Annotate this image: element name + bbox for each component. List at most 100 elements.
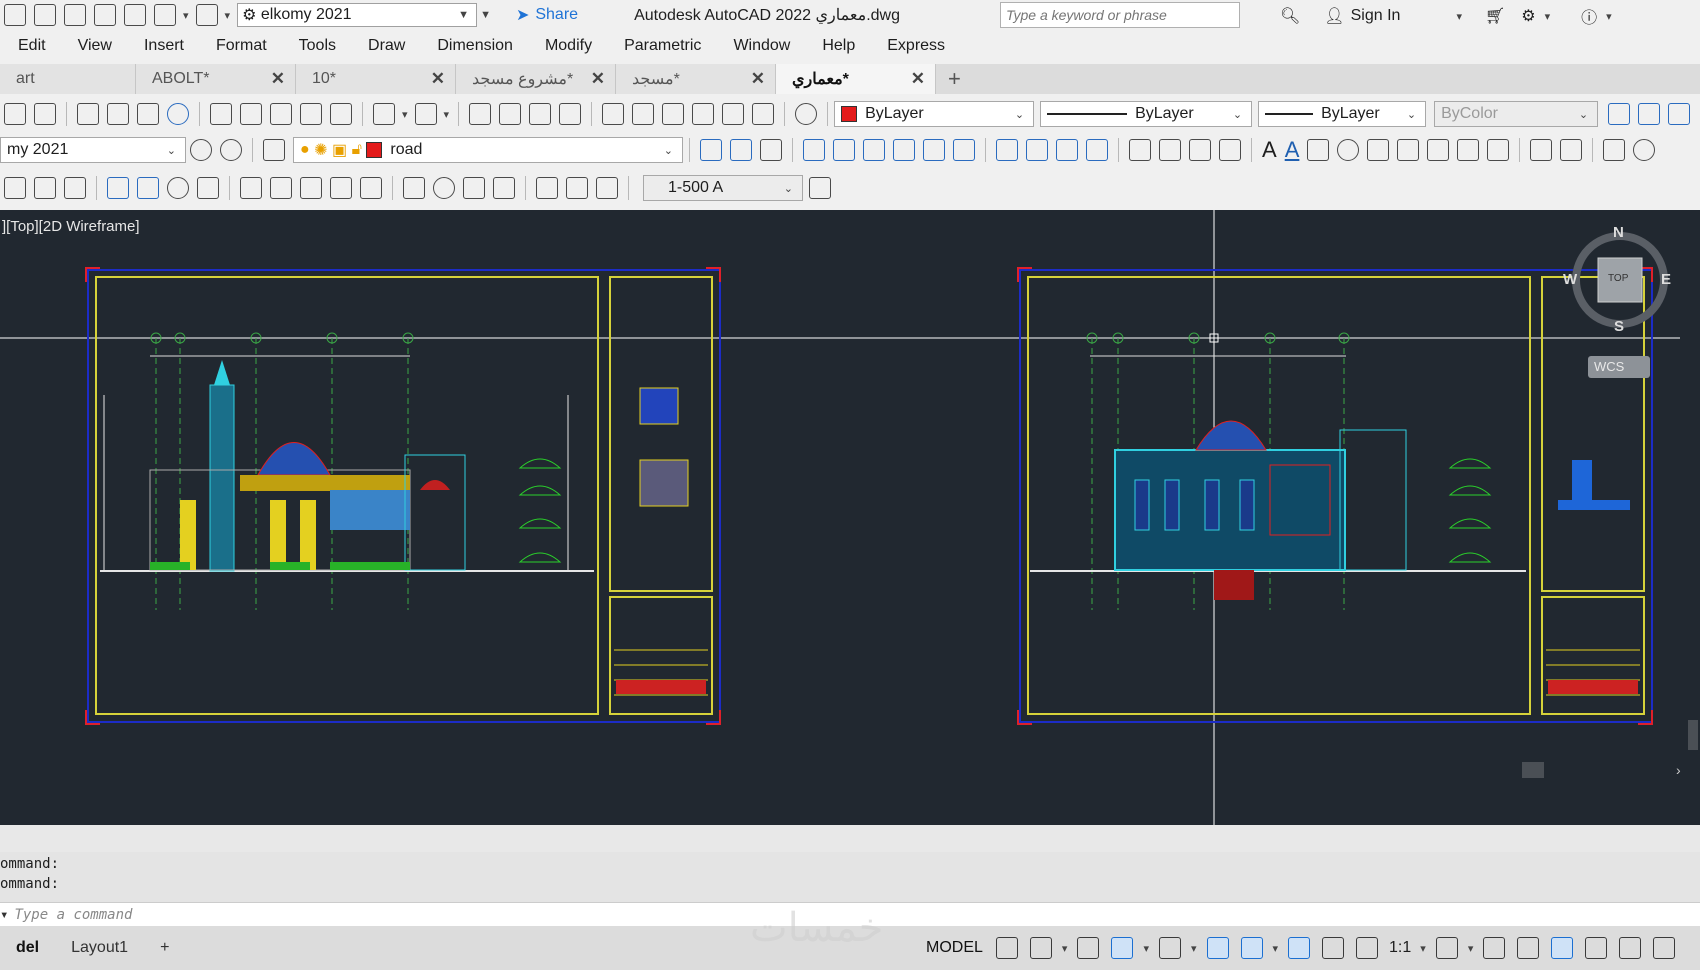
save-icon[interactable] <box>64 4 86 26</box>
dim-update-icon[interactable] <box>596 177 618 199</box>
tolerance-icon[interactable] <box>403 177 425 199</box>
redo-icon[interactable] <box>414 103 437 125</box>
layer-lock-icon[interactable] <box>996 139 1018 161</box>
dim-text-edit-icon[interactable] <box>566 177 588 199</box>
object-snap-icon[interactable] <box>1240 937 1263 959</box>
arc-icon[interactable] <box>4 177 26 199</box>
cut-icon[interactable] <box>210 103 232 125</box>
curve-icon[interactable] <box>34 177 56 199</box>
layout-grid-icon[interactable] <box>1608 103 1631 125</box>
text-icon[interactable]: A <box>1262 137 1277 163</box>
menu-item[interactable]: Edit <box>0 37 60 55</box>
dim-style-icon[interactable] <box>1560 139 1583 161</box>
help-icon[interactable]: ⓘ <box>1581 4 1597 28</box>
viewcube-south[interactable]: S <box>1614 318 1624 335</box>
menu-item[interactable]: Express <box>869 37 959 55</box>
annotation-visibility-icon[interactable] <box>1288 937 1311 959</box>
plot-icon[interactable] <box>77 103 99 125</box>
zoom-realtime-icon[interactable] <box>499 103 522 125</box>
wcs-menu[interactable]: WCS <box>1588 356 1650 378</box>
close-icon[interactable]: ✕ <box>431 69 445 89</box>
cart-icon[interactable]: 🛒︎ <box>1485 6 1505 26</box>
zoom-search-icon[interactable] <box>1633 139 1656 161</box>
open-file-icon[interactable] <box>34 4 56 26</box>
table-icon[interactable] <box>1129 139 1151 161</box>
sign-in-button[interactable]: 🔍︎ 👤︎ Sign In ▾ 🛒︎ ⚙ ▾ ⓘ ▾ <box>1280 4 1615 28</box>
polyline-icon[interactable] <box>107 177 129 199</box>
linetype-select[interactable]: ByLayer ⌄ <box>1040 101 1253 127</box>
lineweight-select[interactable]: ByLayer ⌄ <box>1258 101 1427 127</box>
customize-icon[interactable] <box>1653 937 1676 959</box>
ortho-icon[interactable] <box>1077 937 1100 959</box>
help-icon[interactable] <box>795 103 818 125</box>
menu-item[interactable]: Dimension <box>419 37 527 55</box>
file-tab[interactable]: art <box>0 64 136 94</box>
color-select[interactable]: ByLayer ⌄ <box>834 101 1035 127</box>
web-icon[interactable] <box>167 103 189 125</box>
design-center-icon[interactable] <box>632 103 655 125</box>
object-snap-tracking-icon[interactable] <box>1206 937 1229 959</box>
search-icon[interactable]: 🔍︎ <box>1280 6 1300 26</box>
layer-walk-icon[interactable] <box>923 139 945 161</box>
spline-icon[interactable] <box>137 177 159 199</box>
publish-icon[interactable] <box>137 103 159 125</box>
center-mark-icon[interactable] <box>433 177 455 199</box>
jog-icon[interactable] <box>493 177 515 199</box>
lock-icon[interactable]: 🔓︎ <box>352 141 362 159</box>
command-input[interactable]: Type a command <box>14 907 132 923</box>
file-tab[interactable]: مسجد* ✕ <box>616 64 776 94</box>
menu-item[interactable]: View <box>60 37 126 55</box>
layer-freeze-icon[interactable] <box>893 139 915 161</box>
clean-screen-icon[interactable] <box>1619 937 1642 959</box>
angle-icon[interactable] <box>197 177 219 199</box>
file-tab-active[interactable]: معماري* ✕ <box>776 64 936 94</box>
dimension-icon[interactable] <box>1530 139 1553 161</box>
zoom-previous-icon[interactable] <box>559 103 582 125</box>
text-style-icon[interactable]: A <box>1285 137 1300 163</box>
search-input[interactable] <box>1000 2 1240 28</box>
linear-dim-icon[interactable] <box>240 177 262 199</box>
menu-item[interactable]: Parametric <box>606 37 715 55</box>
snap-icon[interactable] <box>1029 937 1052 959</box>
new-file-icon[interactable] <box>4 4 26 26</box>
save-icon[interactable] <box>34 103 56 125</box>
menu-item[interactable]: Insert <box>126 37 198 55</box>
layer-off-icon[interactable] <box>863 139 885 161</box>
convert-text-icon[interactable] <box>1457 139 1480 161</box>
isodraft-icon[interactable] <box>1158 937 1181 959</box>
file-tab[interactable]: 10* ✕ <box>296 64 456 94</box>
wave-icon[interactable] <box>1638 103 1661 125</box>
viewcube-west[interactable]: W <box>1563 271 1577 288</box>
freeze-icon[interactable]: ▣ <box>332 140 347 160</box>
open-icon[interactable] <box>4 103 26 125</box>
viewcube-north[interactable]: N <box>1613 224 1624 241</box>
block-attribute-icon[interactable] <box>1219 139 1241 161</box>
menu-item[interactable]: Modify <box>527 37 606 55</box>
scale-value[interactable]: 1:1 <box>1389 939 1411 957</box>
properties-icon[interactable] <box>602 103 625 125</box>
make-current-icon[interactable] <box>700 139 722 161</box>
workspace-gear-icon[interactable] <box>1435 937 1458 959</box>
menu-item[interactable]: Window <box>715 37 804 55</box>
units-icon[interactable] <box>1517 937 1540 959</box>
dim-style-select[interactable]: 1-500 A ⌄ <box>643 175 803 201</box>
layer-unisolate-icon[interactable] <box>833 139 855 161</box>
close-icon[interactable]: ✕ <box>911 69 925 89</box>
markup-icon[interactable] <box>722 103 745 125</box>
ordinate-dim-icon[interactable] <box>360 177 382 199</box>
settings-alt-icon[interactable] <box>220 139 242 161</box>
settings-icon[interactable] <box>190 139 212 161</box>
horizontal-scrollbar[interactable] <box>0 825 1700 852</box>
menu-item[interactable]: Draw <box>350 37 419 55</box>
zoom-window-icon[interactable] <box>529 103 552 125</box>
viewcube-east[interactable]: E <box>1661 271 1671 288</box>
layer-select[interactable]: ● ✺ ▣ 🔓︎ road ⌄ <box>293 137 683 163</box>
dim-override-icon[interactable] <box>809 177 831 199</box>
attribute-icon[interactable] <box>1189 139 1211 161</box>
grid-icon[interactable] <box>995 937 1018 959</box>
match-properties-icon[interactable] <box>300 103 322 125</box>
dim-edit-icon[interactable] <box>536 177 558 199</box>
drawing-canvas[interactable] <box>0 210 1700 825</box>
inspect-icon[interactable] <box>463 177 485 199</box>
tool-palettes-icon[interactable] <box>662 103 685 125</box>
